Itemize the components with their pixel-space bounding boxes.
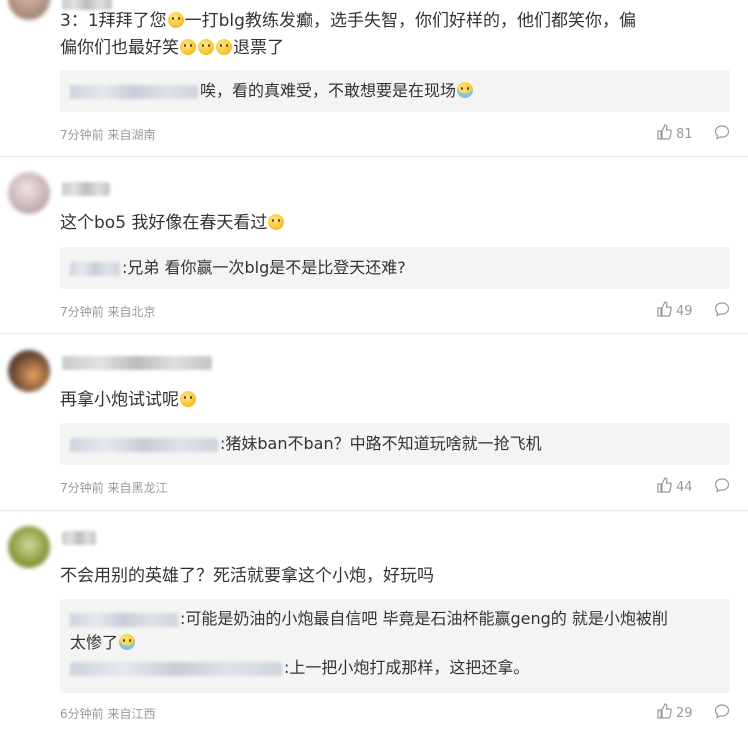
comment-item: 这个bo5 我好像在春天看过 :兄弟 看你赢一次blg是不是比登天还难? 7分钟… <box>0 157 748 331</box>
avatar[interactable] <box>8 350 50 392</box>
reply-item: 唉，看的真难受，不敢想要是在现场 <box>70 79 474 103</box>
avatar[interactable] <box>8 0 50 20</box>
comment-actions: 49 <box>656 301 730 321</box>
like-count: 81 <box>676 126 693 142</box>
comment-item: 不会用别的英雄了？死活就要拿这个小炮，好玩吗 :可能是奶油的小炮最自信吧 毕竟是… <box>0 511 748 734</box>
heart-eyes-emoji-icon <box>268 214 285 230</box>
username[interactable] <box>62 182 110 196</box>
like-count: 49 <box>676 303 693 319</box>
reply-box[interactable]: :猪妹ban不ban？中路不知道玩啥就一抢飞机 <box>60 423 730 465</box>
comment-bubble-icon[interactable] <box>714 124 730 144</box>
thumbs-up-icon[interactable] <box>656 301 672 321</box>
avatar[interactable] <box>8 172 50 214</box>
username[interactable] <box>62 531 96 545</box>
reply-username[interactable] <box>70 612 178 627</box>
comment-meta: 7分钟前 来自黑龙江 <box>60 481 168 495</box>
reply-item-continued: 太惨了 <box>70 631 136 655</box>
smiley-emoji-icon <box>167 12 184 28</box>
avatar[interactable] <box>8 526 50 568</box>
reply-box[interactable]: 唉，看的真难受，不敢想要是在现场 <box>60 70 730 112</box>
comment-item: 再拿小炮试试呢 :猪妹ban不ban？中路不知道玩啥就一抢飞机 7分钟前 来自黑… <box>0 334 748 509</box>
comment-bubble-icon[interactable] <box>714 301 730 321</box>
comment-item: 3：1拜拜了您 一打blg教练发癫，选手失智，你们好样的，他们都笑你，偏 偏你们也… <box>0 0 748 155</box>
reply-item: :上一把小炮打成那样，这把还拿。 <box>70 656 529 680</box>
thumbs-up-icon[interactable] <box>656 703 672 723</box>
username[interactable] <box>62 356 212 370</box>
comment-actions: 81 <box>656 124 730 144</box>
reply-item: :可能是奶油的小炮最自信吧 毕竟是石油杯能赢geng的 就是小炮被削 <box>70 607 668 631</box>
like-count: 44 <box>676 479 693 495</box>
comment-actions: 29 <box>656 703 730 723</box>
crying-emoji-icon <box>119 634 136 650</box>
reply-box[interactable]: :可能是奶油的小炮最自信吧 毕竟是石油杯能赢geng的 就是小炮被削 太惨了 :… <box>60 599 730 693</box>
crying-emoji-icon <box>457 82 474 98</box>
reply-username[interactable] <box>70 437 218 452</box>
smiley-emoji-icon <box>180 39 196 55</box>
comment-text: 3：1拜拜了您 一打blg教练发癫，选手失智，你们好样的，他们都笑你，偏 <box>60 11 636 31</box>
like-count: 29 <box>676 705 693 721</box>
comment-text: 再拿小炮试试呢 <box>60 387 197 413</box>
reply-username[interactable] <box>70 661 282 676</box>
smiley-emoji-icon <box>198 39 214 55</box>
comment-meta: 7分钟前 来自湖南 <box>60 128 156 142</box>
reply-box[interactable]: :兄弟 看你赢一次blg是不是比登天还难? <box>60 247 730 289</box>
comment-text: 不会用别的英雄了？死活就要拿这个小炮，好玩吗 <box>60 566 434 586</box>
comment-meta: 6分钟前 来自江西 <box>60 707 156 721</box>
comment-actions: 44 <box>656 477 730 497</box>
reply-item: :猪妹ban不ban？中路不知道玩啥就一抢飞机 <box>70 432 542 456</box>
comment-meta: 7分钟前 来自北京 <box>60 305 156 319</box>
comment-text-line2: 偏你们也最好笑 退票了 <box>60 38 284 58</box>
comment-bubble-icon[interactable] <box>714 703 730 723</box>
thumbs-up-icon[interactable] <box>656 477 672 497</box>
reply-username[interactable] <box>70 84 198 99</box>
smiley-emoji-icon <box>216 39 232 55</box>
comment-text: 这个bo5 我好像在春天看过 <box>60 210 285 236</box>
comment-bubble-icon[interactable] <box>714 477 730 497</box>
reply-username[interactable] <box>70 261 120 276</box>
smirk-emoji-icon <box>180 391 196 407</box>
reply-item: :兄弟 看你赢一次blg是不是比登天还难? <box>70 256 406 280</box>
thumbs-up-icon[interactable] <box>656 124 672 144</box>
